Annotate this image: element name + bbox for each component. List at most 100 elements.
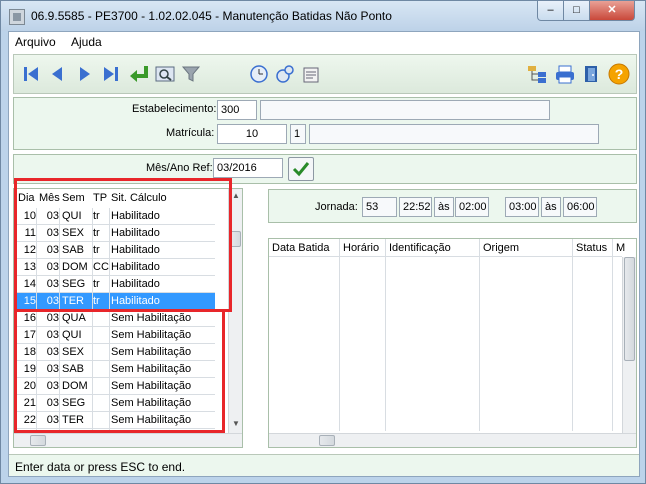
cell-tp: CC — [93, 261, 109, 273]
help-icon[interactable]: ? — [606, 61, 632, 87]
cell-sit: Sem Habilitação — [111, 414, 192, 426]
cell-tp — [93, 310, 109, 326]
settings-icon[interactable] — [272, 61, 298, 87]
cell-dia: 22 — [23, 414, 36, 426]
mes-ano-field[interactable]: 03/2016 — [213, 158, 283, 178]
table-row[interactable]: 19 03 SAB Sem Habilitação — [14, 361, 215, 378]
batidas-scroll-thumb[interactable] — [624, 257, 635, 361]
tree-icon[interactable] — [524, 61, 550, 87]
hscroll-thumb[interactable] — [30, 435, 46, 446]
previous-record-icon[interactable] — [44, 61, 70, 87]
cell-sit: Sem Habilitação — [111, 312, 192, 324]
application-window: 06.9.5585 - PE3700 - 1.02.02.045 - Manut… — [0, 0, 646, 484]
days-vertical-scrollbar[interactable]: ▲ ▼ — [228, 189, 242, 433]
estabelecimento-label: Estabelecimento: — [132, 103, 217, 115]
menu-ajuda[interactable]: Ajuda — [71, 35, 102, 49]
col-origem[interactable]: Origem — [483, 242, 519, 254]
table-row[interactable]: 11 03 SEX tr Habilitado — [14, 225, 215, 242]
jornada-code: 53 — [362, 197, 397, 217]
jornada-t2-start: 03:00 — [505, 197, 539, 217]
employee-name — [309, 124, 599, 144]
table-row[interactable]: 13 03 DOM CC Habilitado — [14, 259, 215, 276]
clock-icon[interactable] — [246, 61, 272, 87]
col-m[interactable]: M — [616, 242, 625, 254]
search-icon[interactable] — [152, 61, 178, 87]
days-grid: Dia Mês Sem TP Sit. Cálculo 10 03 QUI tr Hab… — [13, 188, 243, 448]
table-row[interactable]: 10 03 QUI tr Habilitado — [14, 208, 215, 225]
close-button[interactable]: ✕ — [589, 1, 635, 21]
table-row[interactable]: 14 03 SEG tr Habilitado — [14, 276, 215, 293]
confirm-button[interactable] — [288, 157, 314, 181]
jornada-t2-end: 06:00 — [563, 197, 597, 217]
maximize-button[interactable]: □ — [563, 1, 590, 21]
last-record-icon[interactable] — [98, 61, 124, 87]
matricula-field[interactable]: 10 — [217, 124, 287, 144]
col-dia[interactable]: Dia — [18, 192, 35, 204]
cell-dia: 21 — [23, 397, 36, 409]
cell-dia: 16 — [23, 312, 36, 324]
cell-sit: Habilitado — [111, 261, 160, 273]
estabelecimento-field[interactable]: 300 — [217, 100, 257, 120]
table-row[interactable]: 12 03 SAB tr Habilitado — [14, 242, 215, 259]
jornada-panel: Jornada: 53 22:52 às 02:00 03:00 às 06:0… — [268, 189, 637, 223]
table-row[interactable]: 21 03 SEG Sem Habilitação — [14, 395, 215, 412]
col-sit-calculo[interactable]: Sit. Cálculo — [111, 192, 167, 204]
menu-arquivo[interactable]: Arquivo — [15, 35, 56, 49]
notes-icon[interactable] — [298, 61, 324, 87]
table-row[interactable]: 15 03 TER tr Habilitado — [14, 293, 215, 310]
scroll-down-arrow[interactable]: ▼ — [229, 417, 243, 431]
checkmark-icon — [292, 162, 310, 177]
minimize-button[interactable]: – — [537, 1, 564, 21]
cell-sem: SEG — [62, 397, 86, 409]
days-grid-body: 10 03 QUI tr Habilitado 11 03 SEX tr Habilitado 12… — [14, 208, 226, 433]
cell-tp — [93, 344, 109, 360]
cell-tp — [93, 412, 109, 428]
exit-door-icon[interactable] — [578, 61, 604, 87]
scroll-thumb[interactable] — [230, 231, 241, 247]
table-row[interactable]: 18 03 SEX Sem Habilitação — [14, 344, 215, 361]
col-divider — [612, 239, 613, 431]
table-row[interactable]: 16 03 QUA Sem Habilitação — [14, 310, 215, 327]
col-data-batida[interactable]: Data Batida — [272, 242, 329, 254]
first-record-icon[interactable] — [18, 61, 44, 87]
cell-dia: 13 — [23, 261, 36, 273]
col-mes[interactable]: Mês — [39, 192, 60, 204]
status-bar: Enter data or press ESC to end. — [9, 454, 639, 476]
cell-sem: TER — [62, 295, 84, 307]
days-horizontal-scrollbar[interactable] — [14, 433, 242, 447]
filter-icon[interactable] — [178, 61, 204, 87]
batidas-hscroll-thumb[interactable] — [319, 435, 335, 446]
table-row[interactable]: 17 03 QUI Sem Habilitação — [14, 327, 215, 344]
scroll-up-arrow[interactable]: ▲ — [229, 189, 243, 203]
cell-mes: 03 — [46, 329, 59, 341]
cell-sit: Habilitado — [111, 295, 160, 307]
cell-dia: 18 — [23, 346, 36, 358]
cell-sit: Sem Habilitação — [111, 363, 192, 375]
col-sem[interactable]: Sem — [62, 192, 85, 204]
cell-sit: Sem Habilitação — [111, 329, 192, 341]
toolbar: ? — [13, 54, 637, 94]
batidas-horizontal-scrollbar[interactable] — [269, 433, 636, 447]
go-to-icon[interactable] — [126, 61, 152, 87]
col-divider — [59, 208, 60, 433]
title-bar[interactable]: 06.9.5585 - PE3700 - 1.02.02.045 - Manut… — [1, 1, 645, 31]
print-icon[interactable] — [552, 61, 578, 87]
jornada-t1-end: 02:00 — [455, 197, 489, 217]
window-title: 06.9.5585 - PE3700 - 1.02.02.045 - Manut… — [31, 9, 392, 23]
col-tp[interactable]: TP — [93, 192, 107, 204]
batidas-grid: Data Batida Horário Identificação Origem… — [268, 238, 637, 448]
table-row[interactable]: 20 03 DOM Sem Habilitação — [14, 378, 215, 395]
col-identificacao[interactable]: Identificação — [389, 242, 451, 254]
col-divider — [109, 208, 110, 433]
cell-mes: 03 — [46, 363, 59, 375]
cell-sem: DOM — [62, 261, 88, 273]
col-horario[interactable]: Horário — [343, 242, 379, 254]
cell-dia: 11 — [24, 227, 36, 239]
batidas-vertical-scrollbar[interactable] — [622, 257, 636, 433]
cell-sem: QUA — [62, 312, 86, 324]
col-divider — [385, 239, 386, 431]
table-row[interactable]: 22 03 TER Sem Habilitação — [14, 412, 215, 429]
col-status[interactable]: Status — [576, 242, 607, 254]
jornada-label: Jornada: — [315, 201, 358, 213]
next-record-icon[interactable] — [72, 61, 98, 87]
